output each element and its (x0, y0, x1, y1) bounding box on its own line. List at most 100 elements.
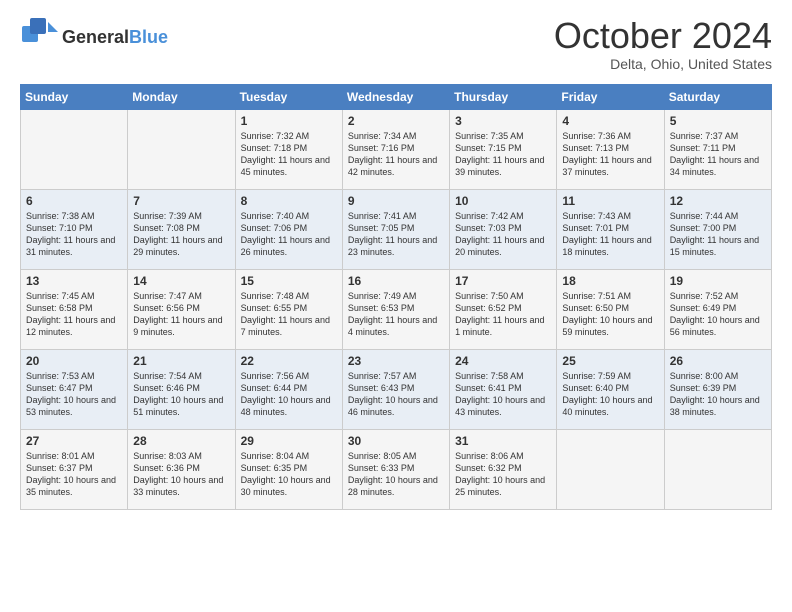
week-row-4: 20 Sunrise: 7:53 AM Sunset: 6:47 PM Dayli… (21, 349, 772, 429)
cell-info: Sunrise: 7:59 AM Sunset: 6:40 PM Dayligh… (562, 370, 658, 419)
cell-info: Sunrise: 7:49 AM Sunset: 6:53 PM Dayligh… (348, 290, 444, 339)
day-number: 21 (133, 354, 229, 368)
day-number: 19 (670, 274, 766, 288)
page: GeneralBlue October 2024 Delta, Ohio, Un… (0, 0, 792, 526)
calendar-cell: 28Sunrise: 8:03 AM Sunset: 6:36 PM Dayli… (128, 429, 235, 509)
calendar-cell: 11Sunrise: 7:43 AM Sunset: 7:01 PM Dayli… (557, 189, 664, 269)
day-number: 31 (455, 434, 551, 448)
day-number: 23 (348, 354, 444, 368)
cell-info: Sunrise: 7:53 AM Sunset: 6:47 PM Dayligh… (26, 370, 122, 419)
header-day-friday: Friday (557, 84, 664, 109)
calendar-cell: 16 Sunrise: 7:49 AM Sunset: 6:53 PM Dayli… (342, 269, 449, 349)
day-number: 8 (241, 194, 337, 208)
calendar-cell: 5Sunrise: 7:37 AM Sunset: 7:11 PM Daylig… (664, 109, 771, 189)
cell-info: Sunrise: 7:43 AM Sunset: 7:01 PM Dayligh… (562, 210, 658, 259)
cell-info: Sunrise: 7:40 AM Sunset: 7:06 PM Dayligh… (241, 210, 337, 259)
calendar-cell: 10 Sunrise: 7:42 AM Sunset: 7:03 PM Dayli… (450, 189, 557, 269)
day-number: 26 (670, 354, 766, 368)
calendar-cell: 18 Sunrise: 7:51 AM Sunset: 6:50 PM Dayli… (557, 269, 664, 349)
cell-info: Sunrise: 8:00 AM Sunset: 6:39 PM Dayligh… (670, 370, 766, 419)
calendar-cell (557, 429, 664, 509)
month-title: October 2024 (554, 16, 772, 56)
week-row-5: 27 Sunrise: 8:01 AM Sunset: 6:37 PM Dayli… (21, 429, 772, 509)
day-number: 25 (562, 354, 658, 368)
week-row-1: 1 Sunrise: 7:32 AM Sunset: 7:18 PM Daylig… (21, 109, 772, 189)
day-number: 2 (348, 114, 444, 128)
cell-info: Sunrise: 7:36 AM Sunset: 7:13 PM Dayligh… (562, 130, 658, 179)
calendar-cell: 22 Sunrise: 7:56 AM Sunset: 6:44 PM Dayli… (235, 349, 342, 429)
calendar-cell: 24 Sunrise: 7:58 AM Sunset: 6:41 PM Dayli… (450, 349, 557, 429)
day-number: 15 (241, 274, 337, 288)
day-number: 3 (455, 114, 551, 128)
day-number: 20 (26, 354, 122, 368)
header-day-tuesday: Tuesday (235, 84, 342, 109)
day-number: 29 (241, 434, 337, 448)
calendar-cell: 13 Sunrise: 7:45 AM Sunset: 6:58 PM Dayli… (21, 269, 128, 349)
calendar-cell: 4Sunrise: 7:36 AM Sunset: 7:13 PM Daylig… (557, 109, 664, 189)
calendar-cell: 3 Sunrise: 7:35 AM Sunset: 7:15 PM Daylig… (450, 109, 557, 189)
location: Delta, Ohio, United States (554, 56, 772, 72)
cell-info: Sunrise: 7:51 AM Sunset: 6:50 PM Dayligh… (562, 290, 658, 339)
cell-info: Sunrise: 7:45 AM Sunset: 6:58 PM Dayligh… (26, 290, 122, 339)
cell-info: Sunrise: 7:42 AM Sunset: 7:03 PM Dayligh… (455, 210, 551, 259)
calendar-cell: 25 Sunrise: 7:59 AM Sunset: 6:40 PM Dayli… (557, 349, 664, 429)
calendar-cell: 15 Sunrise: 7:48 AM Sunset: 6:55 PM Dayli… (235, 269, 342, 349)
day-number: 24 (455, 354, 551, 368)
calendar-cell: 12 Sunrise: 7:44 AM Sunset: 7:00 PM Dayli… (664, 189, 771, 269)
logo-text-general: General (62, 27, 129, 47)
title-area: October 2024 Delta, Ohio, United States (554, 16, 772, 72)
cell-info: Sunrise: 8:05 AM Sunset: 6:33 PM Dayligh… (348, 450, 444, 499)
day-number: 30 (348, 434, 444, 448)
calendar-cell: 19 Sunrise: 7:52 AM Sunset: 6:49 PM Dayli… (664, 269, 771, 349)
calendar-cell: 31Sunrise: 8:06 AM Sunset: 6:32 PM Dayli… (450, 429, 557, 509)
day-number: 13 (26, 274, 122, 288)
cell-info: Sunrise: 7:32 AM Sunset: 7:18 PM Dayligh… (241, 130, 337, 179)
calendar-cell: 8 Sunrise: 7:40 AM Sunset: 7:06 PM Daylig… (235, 189, 342, 269)
cell-info: Sunrise: 7:58 AM Sunset: 6:41 PM Dayligh… (455, 370, 551, 419)
calendar-cell: 20 Sunrise: 7:53 AM Sunset: 6:47 PM Dayli… (21, 349, 128, 429)
day-number: 16 (348, 274, 444, 288)
calendar-cell: 30 Sunrise: 8:05 AM Sunset: 6:33 PM Dayli… (342, 429, 449, 509)
calendar-cell: 14 Sunrise: 7:47 AM Sunset: 6:56 PM Dayli… (128, 269, 235, 349)
cell-info: Sunrise: 7:39 AM Sunset: 7:08 PM Dayligh… (133, 210, 229, 259)
header-row: SundayMondayTuesdayWednesdayThursdayFrid… (21, 84, 772, 109)
day-number: 14 (133, 274, 229, 288)
day-number: 7 (133, 194, 229, 208)
day-number: 28 (133, 434, 229, 448)
header-day-wednesday: Wednesday (342, 84, 449, 109)
cell-info: Sunrise: 7:56 AM Sunset: 6:44 PM Dayligh… (241, 370, 337, 419)
day-number: 10 (455, 194, 551, 208)
calendar-cell: 23 Sunrise: 7:57 AM Sunset: 6:43 PM Dayli… (342, 349, 449, 429)
day-number: 18 (562, 274, 658, 288)
cell-info: Sunrise: 7:57 AM Sunset: 6:43 PM Dayligh… (348, 370, 444, 419)
calendar-cell (664, 429, 771, 509)
day-number: 12 (670, 194, 766, 208)
cell-info: Sunrise: 7:47 AM Sunset: 6:56 PM Dayligh… (133, 290, 229, 339)
day-number: 6 (26, 194, 122, 208)
cell-info: Sunrise: 7:50 AM Sunset: 6:52 PM Dayligh… (455, 290, 551, 339)
cell-info: Sunrise: 7:52 AM Sunset: 6:49 PM Dayligh… (670, 290, 766, 339)
cell-info: Sunrise: 7:34 AM Sunset: 7:16 PM Dayligh… (348, 130, 444, 179)
day-number: 9 (348, 194, 444, 208)
calendar-cell (128, 109, 235, 189)
day-number: 27 (26, 434, 122, 448)
cell-info: Sunrise: 7:48 AM Sunset: 6:55 PM Dayligh… (241, 290, 337, 339)
cell-info: Sunrise: 7:35 AM Sunset: 7:15 PM Dayligh… (455, 130, 551, 179)
cell-info: Sunrise: 7:44 AM Sunset: 7:00 PM Dayligh… (670, 210, 766, 259)
calendar-cell: 26 Sunrise: 8:00 AM Sunset: 6:39 PM Dayli… (664, 349, 771, 429)
day-number: 5 (670, 114, 766, 128)
cell-info: Sunrise: 8:01 AM Sunset: 6:37 PM Dayligh… (26, 450, 122, 499)
day-number: 1 (241, 114, 337, 128)
logo-icon (20, 16, 58, 54)
cell-info: Sunrise: 7:41 AM Sunset: 7:05 PM Dayligh… (348, 210, 444, 259)
calendar-cell: 7 Sunrise: 7:39 AM Sunset: 7:08 PM Daylig… (128, 189, 235, 269)
day-number: 22 (241, 354, 337, 368)
logo: GeneralBlue (20, 16, 168, 59)
header-day-saturday: Saturday (664, 84, 771, 109)
cell-info: Sunrise: 7:38 AM Sunset: 7:10 PM Dayligh… (26, 210, 122, 259)
week-row-2: 6 Sunrise: 7:38 AM Sunset: 7:10 PM Daylig… (21, 189, 772, 269)
header-day-thursday: Thursday (450, 84, 557, 109)
calendar-cell: 29Sunrise: 8:04 AM Sunset: 6:35 PM Dayli… (235, 429, 342, 509)
calendar-cell (21, 109, 128, 189)
cell-info: Sunrise: 7:54 AM Sunset: 6:46 PM Dayligh… (133, 370, 229, 419)
